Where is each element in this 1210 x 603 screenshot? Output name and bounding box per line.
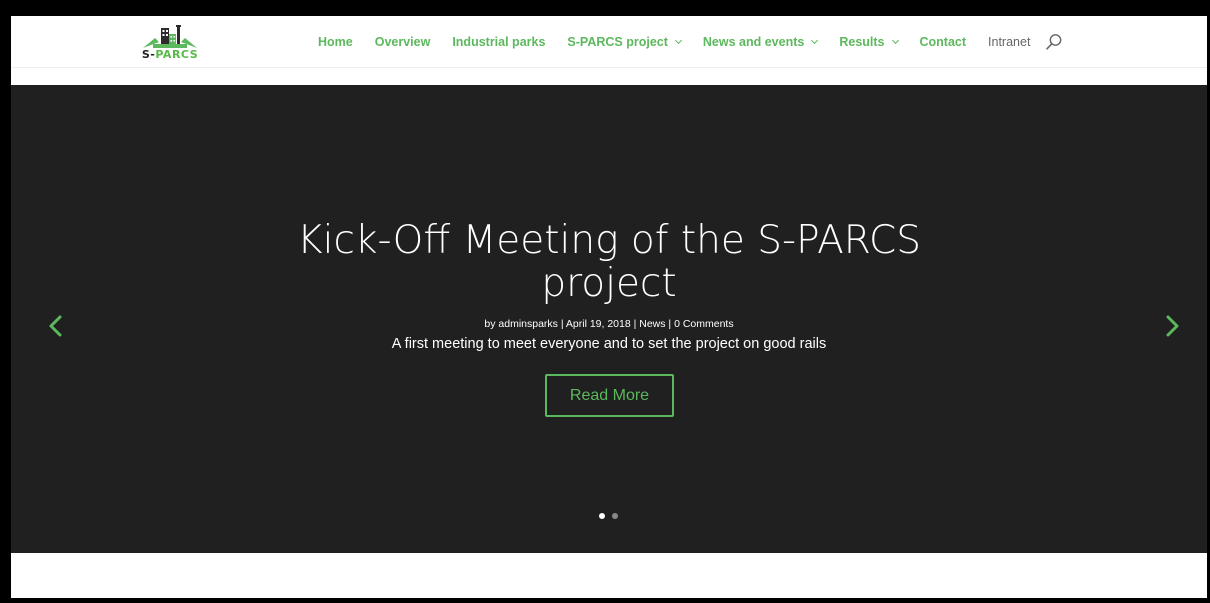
chevron-down-icon bbox=[891, 36, 899, 45]
nav-item-contact[interactable]: Contact bbox=[920, 35, 967, 49]
browser-viewport: S-PARCS Home Overview Industrial parks S… bbox=[11, 16, 1207, 598]
site-header: S-PARCS Home Overview Industrial parks S… bbox=[11, 16, 1207, 68]
search-icon[interactable] bbox=[1045, 33, 1063, 51]
nav-item-label: Intranet bbox=[988, 35, 1031, 49]
nav-item-results[interactable]: Results bbox=[839, 35, 899, 49]
nav-item-label: S-PARCS project bbox=[567, 35, 668, 49]
slide-title[interactable]: Kick-Off Meeting of the S-PARCS project bbox=[11, 219, 1207, 305]
nav-item-home[interactable]: Home bbox=[318, 35, 353, 49]
logo-wordmark: S-PARCS bbox=[135, 48, 205, 61]
slide-excerpt: A first meeting to meet everyone and to … bbox=[391, 336, 827, 352]
logo-suffix: PARCS bbox=[155, 48, 199, 61]
site-logo[interactable]: S-PARCS bbox=[135, 22, 205, 64]
chevron-right-icon[interactable] bbox=[1159, 313, 1185, 339]
slide-dot-2[interactable] bbox=[612, 513, 618, 519]
chevron-down-icon bbox=[674, 36, 682, 45]
nav-item-label: Contact bbox=[919, 35, 967, 49]
nav-item-label: Home bbox=[318, 35, 353, 49]
nav-item-overview[interactable]: Overview bbox=[375, 35, 431, 49]
slide-post-meta: by adminsparks | April 19, 2018 | News |… bbox=[484, 318, 734, 330]
logo-prefix: S- bbox=[141, 48, 156, 61]
read-more-button[interactable]: Read More bbox=[545, 374, 674, 417]
logo-buildings-icon bbox=[143, 25, 197, 48]
nav-item-label: Results bbox=[839, 35, 885, 49]
nav-item-s-parcs-project[interactable]: S-PARCS project bbox=[567, 35, 682, 49]
nav-item-intranet[interactable]: Intranet bbox=[988, 35, 1030, 49]
slide-pagination bbox=[599, 513, 618, 519]
nav-item-industrial-parks[interactable]: Industrial parks bbox=[452, 35, 545, 49]
slide-title-line: project bbox=[541, 261, 677, 306]
chevron-down-icon bbox=[811, 36, 819, 45]
slide-title-line: Kick-Off Meeting of the S-PARCS bbox=[297, 218, 921, 263]
chevron-left-icon[interactable] bbox=[43, 313, 69, 339]
nav-item-label: Industrial parks bbox=[452, 35, 546, 49]
slide-dot-1[interactable] bbox=[599, 513, 605, 519]
hero-slider: Kick-Off Meeting of the S-PARCS project … bbox=[11, 85, 1207, 553]
nav-item-label: News and events bbox=[702, 35, 805, 49]
main-nav: Home Overview Industrial parks S-PARCS p… bbox=[318, 32, 1052, 52]
nav-item-label: Overview bbox=[374, 35, 431, 49]
nav-item-news-and-events[interactable]: News and events bbox=[702, 35, 819, 49]
